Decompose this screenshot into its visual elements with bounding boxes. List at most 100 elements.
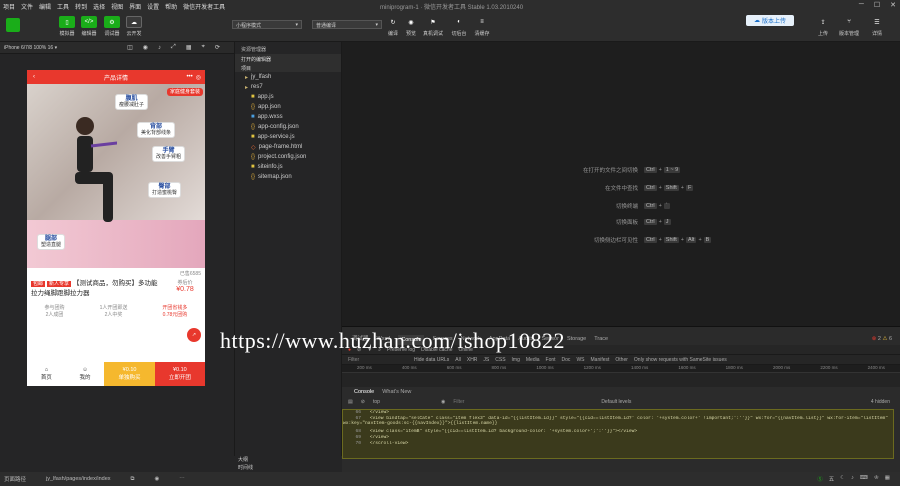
sold-count: 已售6585 bbox=[179, 271, 201, 277]
filter-option[interactable]: Doc bbox=[562, 357, 571, 363]
menu-item[interactable]: 编辑 bbox=[36, 2, 54, 11]
inspect-icon[interactable]: ⌖ bbox=[202, 44, 205, 51]
cloud-dev-button[interactable]: ☁ 云开发 bbox=[119, 16, 149, 37]
filter-option[interactable]: Only show requests with SameSite issues bbox=[634, 357, 727, 363]
sidebar-toggle-icon[interactable]: ▤ bbox=[348, 399, 353, 405]
folder-item[interactable]: ▸ jy_lfash bbox=[235, 72, 341, 82]
menu-item[interactable]: 界面 bbox=[126, 2, 144, 11]
menu-item[interactable]: 视图 bbox=[108, 2, 126, 11]
context-select[interactable]: top bbox=[373, 399, 433, 405]
details-button[interactable]: ☰ 详情 bbox=[862, 16, 892, 38]
eye-icon[interactable]: ◉ bbox=[441, 399, 445, 405]
rotate-icon[interactable]: ◫ bbox=[127, 44, 133, 51]
avatar[interactable] bbox=[6, 18, 20, 32]
file-item[interactable]: ■ app-service.js bbox=[235, 132, 341, 142]
filter-option[interactable]: Img bbox=[512, 357, 520, 363]
section-open-editors[interactable]: 打开的编辑器 bbox=[235, 54, 341, 63]
file-item[interactable]: ◇ page-frame.html bbox=[235, 142, 341, 152]
filter-option[interactable]: Other bbox=[615, 357, 628, 363]
folder-item[interactable]: ▸ res7 bbox=[235, 82, 341, 92]
version-manage-button[interactable]: ⑂ 版本管理 bbox=[834, 16, 864, 37]
filter-input[interactable]: Filter bbox=[348, 357, 408, 363]
resize-icon[interactable]: ⤢ bbox=[171, 44, 176, 51]
copy-icon[interactable]: ⧉ bbox=[131, 476, 135, 483]
section-project[interactable]: 项目 bbox=[235, 63, 341, 72]
buy-alone-button[interactable]: ¥0.10 单独购买 bbox=[104, 362, 155, 386]
tab-mine[interactable]: ☺ 我的 bbox=[66, 362, 105, 386]
file-item[interactable]: ■ app.wxss bbox=[235, 112, 341, 122]
tab-console-drawer[interactable]: Console bbox=[354, 389, 374, 395]
side-price-value: ¥0.78 bbox=[176, 286, 194, 293]
key: B bbox=[703, 237, 712, 243]
section-timeline[interactable]: 时间线 bbox=[234, 464, 342, 472]
maximize-icon[interactable]: ☐ bbox=[874, 1, 880, 9]
refresh-icon[interactable]: ⟳ bbox=[215, 44, 220, 51]
tab-home[interactable]: ⌂ 首页 bbox=[27, 362, 66, 386]
menu-item[interactable]: 项目 bbox=[0, 2, 18, 11]
key: ` bbox=[663, 203, 670, 209]
tab-trace[interactable]: Trace bbox=[594, 336, 608, 345]
volume-icon[interactable]: ♪ bbox=[158, 45, 161, 51]
product-image[interactable]: 腹肌 瘦腰减肚子 家庭健身套装 背部 美化背部线条 手臂 改善手臂粗 臀部 打造蜜桃臀 … bbox=[27, 84, 205, 268]
file-item[interactable]: {} sitemap.json bbox=[235, 172, 341, 182]
more-icon[interactable]: ••• bbox=[186, 74, 192, 81]
menu-item[interactable]: 工具 bbox=[54, 2, 72, 11]
page-path-value[interactable]: jy_lfash/pages/index/index bbox=[46, 476, 111, 482]
mode-select[interactable]: 小程序模式 ▾ bbox=[232, 20, 302, 29]
compile-select[interactable]: 普通编译 ▾ bbox=[312, 20, 382, 29]
filter-option[interactable]: Manifest bbox=[591, 357, 610, 363]
close-icon[interactable]: ✕ bbox=[890, 1, 896, 9]
record-icon[interactable]: ◉ bbox=[143, 44, 148, 51]
menu-item[interactable]: 帮助 bbox=[162, 2, 180, 11]
file-item[interactable]: {} project.config.json bbox=[235, 152, 341, 162]
device-select[interactable]: iPhone 6/7/8 100% 16 ▾ bbox=[4, 45, 57, 51]
start-group-label: 立即开团 bbox=[168, 375, 191, 381]
file-item[interactable]: ■ app.js bbox=[235, 92, 341, 102]
filter-option[interactable]: All bbox=[455, 357, 461, 363]
shortcut-text: 切换侧边栏可见性 bbox=[593, 238, 638, 244]
share-icon[interactable]: ↗ bbox=[187, 328, 201, 342]
clear-console-icon[interactable]: ⊘ bbox=[361, 399, 365, 405]
capsule[interactable]: ••• ◎ bbox=[186, 74, 201, 81]
tab-storage[interactable]: Storage bbox=[567, 336, 586, 345]
timeline-tick: 1400 ms bbox=[631, 365, 649, 370]
filter-option[interactable]: JS bbox=[483, 357, 489, 363]
filter-option[interactable]: Font bbox=[546, 357, 556, 363]
filter-option[interactable]: CSS bbox=[495, 357, 505, 363]
filter-option[interactable]: XHR bbox=[467, 357, 478, 363]
target-icon[interactable]: ◎ bbox=[196, 74, 201, 81]
file-item[interactable]: ■ siteinfo.js bbox=[235, 162, 341, 172]
menu-item[interactable]: 文件 bbox=[18, 2, 36, 11]
group-item-line: 参与团购 bbox=[44, 305, 65, 311]
menu-item[interactable]: 选择 bbox=[90, 2, 108, 11]
grid-icon[interactable]: ▦ bbox=[186, 44, 192, 51]
start-group-button[interactable]: ¥0.10 立即开团 bbox=[154, 362, 205, 386]
filter-option[interactable]: Media bbox=[526, 357, 540, 363]
filter-option[interactable]: Hide data URLs bbox=[414, 357, 449, 363]
details-label: 详情 bbox=[871, 31, 882, 37]
file-item[interactable]: {} app.json bbox=[235, 102, 341, 112]
back-icon[interactable]: ‹ bbox=[33, 74, 35, 80]
console-filter-input[interactable]: Filter bbox=[453, 399, 553, 405]
section-outline[interactable]: 大纲 bbox=[234, 456, 342, 464]
phone-icon: ▯ bbox=[59, 16, 75, 28]
levels-select[interactable]: Default levels bbox=[601, 399, 631, 405]
file-item[interactable]: {} app-config.json bbox=[235, 122, 341, 132]
tab-home-label: 首页 bbox=[40, 375, 52, 381]
minimize-icon[interactable]: ─ bbox=[859, 1, 864, 9]
line-number: 69 bbox=[355, 435, 361, 441]
shortcut-row: 切换侧边栏可见性 Ctrl + Shift + Alt + B bbox=[342, 236, 900, 244]
filter-option[interactable]: WS bbox=[576, 357, 584, 363]
eye-icon[interactable]: ◉ bbox=[154, 476, 159, 482]
simulator-area: ‹ 产品详情 ••• ◎ 腹肌 瘦腰减肚子 家庭健身套装 背部 美化背部线条 手臂 改善… bbox=[0, 54, 234, 472]
clear-cache-button[interactable]: ≡ 清缓存 bbox=[467, 16, 497, 37]
menu-item[interactable]: 设置 bbox=[144, 2, 162, 11]
file-name: page-frame.html bbox=[258, 144, 303, 150]
clear-cache-label: 清缓存 bbox=[474, 31, 490, 37]
menu-item[interactable]: 微信开发者工具 bbox=[180, 2, 228, 11]
version-upload-button[interactable]: ☁ 版本上传 bbox=[746, 15, 794, 26]
menu-item[interactable]: 转到 bbox=[72, 2, 90, 11]
more-icon[interactable]: ⋯ bbox=[179, 476, 185, 482]
ime-icon[interactable]: Ⓢ bbox=[817, 475, 823, 483]
tab-whats-new[interactable]: What's New bbox=[382, 389, 411, 395]
